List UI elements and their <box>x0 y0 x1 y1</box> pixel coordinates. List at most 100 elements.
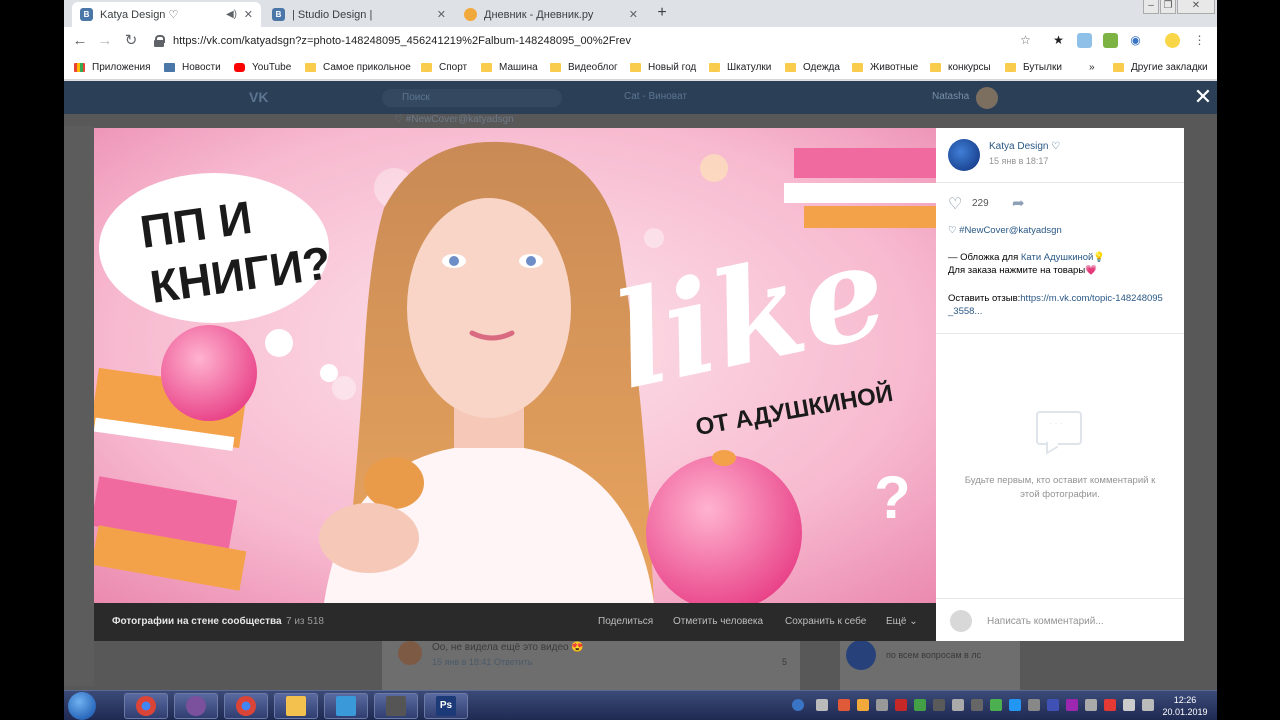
photo-image[interactable]: ПП И КНИГИ? like ОТ АДУШКИНОЙ ? <box>94 128 936 603</box>
tray-icon[interactable] <box>1104 699 1116 711</box>
tray-icon[interactable] <box>1142 699 1154 711</box>
back-icon[interactable]: ← <box>71 32 89 50</box>
volume-tray-icon[interactable] <box>816 699 828 711</box>
user-name[interactable]: Natasha <box>932 91 969 102</box>
vk-logo-icon[interactable]: VK <box>249 89 268 105</box>
menu-kebab-icon[interactable]: ⋮ <box>1192 33 1207 48</box>
close-tab-icon[interactable]: ✕ <box>629 8 638 21</box>
tray-icon[interactable] <box>933 699 945 711</box>
vk-page: VK Поиск Cat - Виноват Natasha ♡ #NewCov… <box>64 81 1217 690</box>
folder-icon <box>550 63 561 72</box>
community-avatar[interactable] <box>948 139 980 171</box>
tray-icon[interactable] <box>1028 699 1040 711</box>
window-close-button[interactable]: ✕ <box>1177 0 1215 14</box>
folder-icon <box>286 696 306 716</box>
forward-icon[interactable]: → <box>96 32 114 50</box>
tag-person-button[interactable]: Отметить человека <box>673 616 763 627</box>
bookmark-news[interactable]: Новости <box>164 60 221 75</box>
tray-icon[interactable] <box>876 699 888 711</box>
bookmark-star-icon[interactable]: ☆ <box>1018 33 1033 48</box>
close-viewer-icon[interactable]: ✕ <box>1193 86 1213 108</box>
network-tray-icon[interactable] <box>1123 699 1135 711</box>
description-line2: Для заказа нажмите на товары💗 <box>948 265 1097 276</box>
bookmarks-overflow-button[interactable]: » <box>1089 60 1095 75</box>
bookmark-folder[interactable]: Бутылки <box>1005 60 1062 75</box>
tray-icon[interactable] <box>895 699 907 711</box>
review-line: Оставить отзыв:https://m.vk.com/topic-14… <box>948 292 1168 318</box>
reload-icon[interactable]: ↻ <box>122 32 140 50</box>
close-tab-icon[interactable]: ✕ <box>437 8 446 21</box>
url-text[interactable]: https://vk.com/katyadsgn?z=photo-1482480… <box>173 35 631 47</box>
bookmark-folder[interactable]: Одежда <box>785 60 840 75</box>
taskbar-chrome-2[interactable] <box>224 693 268 719</box>
like-heart-icon[interactable]: ♡ <box>948 194 962 214</box>
tab-katya-design[interactable]: В Katya Design ♡ ◀) ✕ <box>72 2 261 27</box>
star-extension-icon[interactable]: ★ <box>1051 33 1066 48</box>
bookmark-folder[interactable]: Видеоблог <box>550 60 618 75</box>
tab-dnevnik[interactable]: Дневник - Дневник.ру ✕ <box>456 2 646 27</box>
tab-title: | Studio Design | <box>292 8 373 21</box>
post-date[interactable]: 15 янв в 18:17 <box>989 156 1048 166</box>
taskbar-viber[interactable] <box>174 693 218 719</box>
tray-icon[interactable] <box>990 699 1002 711</box>
taskbar-chrome[interactable] <box>124 693 168 719</box>
weather-extension-icon[interactable] <box>1077 33 1092 48</box>
photo-question-mark: ? <box>874 464 911 531</box>
tray-icon[interactable] <box>952 699 964 711</box>
tray-icon[interactable] <box>857 699 869 711</box>
tray-icon[interactable] <box>838 699 850 711</box>
help-tray-icon[interactable] <box>792 699 804 711</box>
taskbar-clock[interactable]: 12:26 20.01.2019 <box>1160 694 1210 718</box>
restore-button[interactable]: ❐ <box>1160 0 1176 14</box>
minimize-button[interactable]: – <box>1143 0 1159 14</box>
tab-studio-design[interactable]: В | Studio Design | ✕ <box>264 2 454 27</box>
tray-icon[interactable] <box>1047 699 1059 711</box>
bookmark-folder[interactable]: Самое прикольное <box>305 60 411 75</box>
new-tab-button[interactable]: + <box>653 4 671 22</box>
close-tab-icon[interactable]: ✕ <box>244 8 253 21</box>
author-name[interactable]: Katya Design ♡ <box>989 141 1060 152</box>
commenter-avatar <box>398 641 422 665</box>
tab-strip: В Katya Design ♡ ◀) ✕ В | Studio Design … <box>64 0 1217 27</box>
bookmark-folder[interactable]: Машина <box>481 60 538 75</box>
photoshop-icon: Ps <box>436 696 456 716</box>
tray-icon[interactable] <box>1009 699 1021 711</box>
start-button[interactable] <box>68 692 96 720</box>
tray-icon[interactable] <box>1085 699 1097 711</box>
bookmark-apps[interactable]: Приложения <box>74 60 151 75</box>
other-bookmarks[interactable]: Другие закладки <box>1113 60 1208 75</box>
taskbar-desktop[interactable] <box>324 693 368 719</box>
divider <box>936 182 1184 183</box>
taskbar-explorer[interactable] <box>274 693 318 719</box>
bookmark-folder[interactable]: Спорт <box>421 60 467 75</box>
share-button[interactable]: Поделиться <box>598 616 653 627</box>
tray-icon[interactable] <box>1066 699 1078 711</box>
audio-player[interactable]: Cat - Виноват <box>624 91 687 102</box>
save-to-self-button[interactable]: Сохранить к себе <box>785 616 866 627</box>
bookmark-folder[interactable]: Новый год <box>630 60 696 75</box>
vpn-extension-icon[interactable]: ◉ <box>1128 33 1143 48</box>
bookmark-folder[interactable]: конкурсы <box>930 60 991 75</box>
extension-icon[interactable] <box>1103 33 1118 48</box>
bookmark-youtube[interactable]: YouTube <box>234 60 291 75</box>
share-arrow-icon[interactable]: ➦ <box>1012 194 1025 212</box>
vk-favicon-icon: В <box>80 8 93 21</box>
vk-favicon-icon: В <box>272 8 285 21</box>
profile-icon[interactable] <box>1165 33 1180 48</box>
album-link[interactable]: Фотографии на стене сообщества <box>112 616 282 627</box>
speaker-icon[interactable]: ◀) <box>226 9 237 20</box>
bookmarks-bar: Приложения Новости YouTube Самое приколь… <box>64 55 1217 80</box>
user-avatar[interactable] <box>976 87 998 109</box>
taskbar-photoshop[interactable]: Ps <box>424 693 468 719</box>
more-button[interactable]: Ещё ⌄ <box>886 616 918 627</box>
bookmark-folder[interactable]: Животные <box>852 60 918 75</box>
tray-icon[interactable] <box>914 699 926 711</box>
tray-icon[interactable] <box>971 699 983 711</box>
hashtag-link[interactable]: ♡ #NewCover@katyadsgn <box>948 224 1062 237</box>
taskbar-printer[interactable] <box>374 693 418 719</box>
bookmark-folder[interactable]: Шкатулки <box>709 60 771 75</box>
mention-link[interactable]: Кати Адушкиной <box>1021 252 1093 263</box>
comment-input[interactable]: Написать комментарий... <box>987 616 1104 627</box>
address-bar[interactable]: https://vk.com/katyadsgn?z=photo-1482480… <box>154 30 1054 52</box>
vk-search-input[interactable]: Поиск <box>382 89 562 107</box>
